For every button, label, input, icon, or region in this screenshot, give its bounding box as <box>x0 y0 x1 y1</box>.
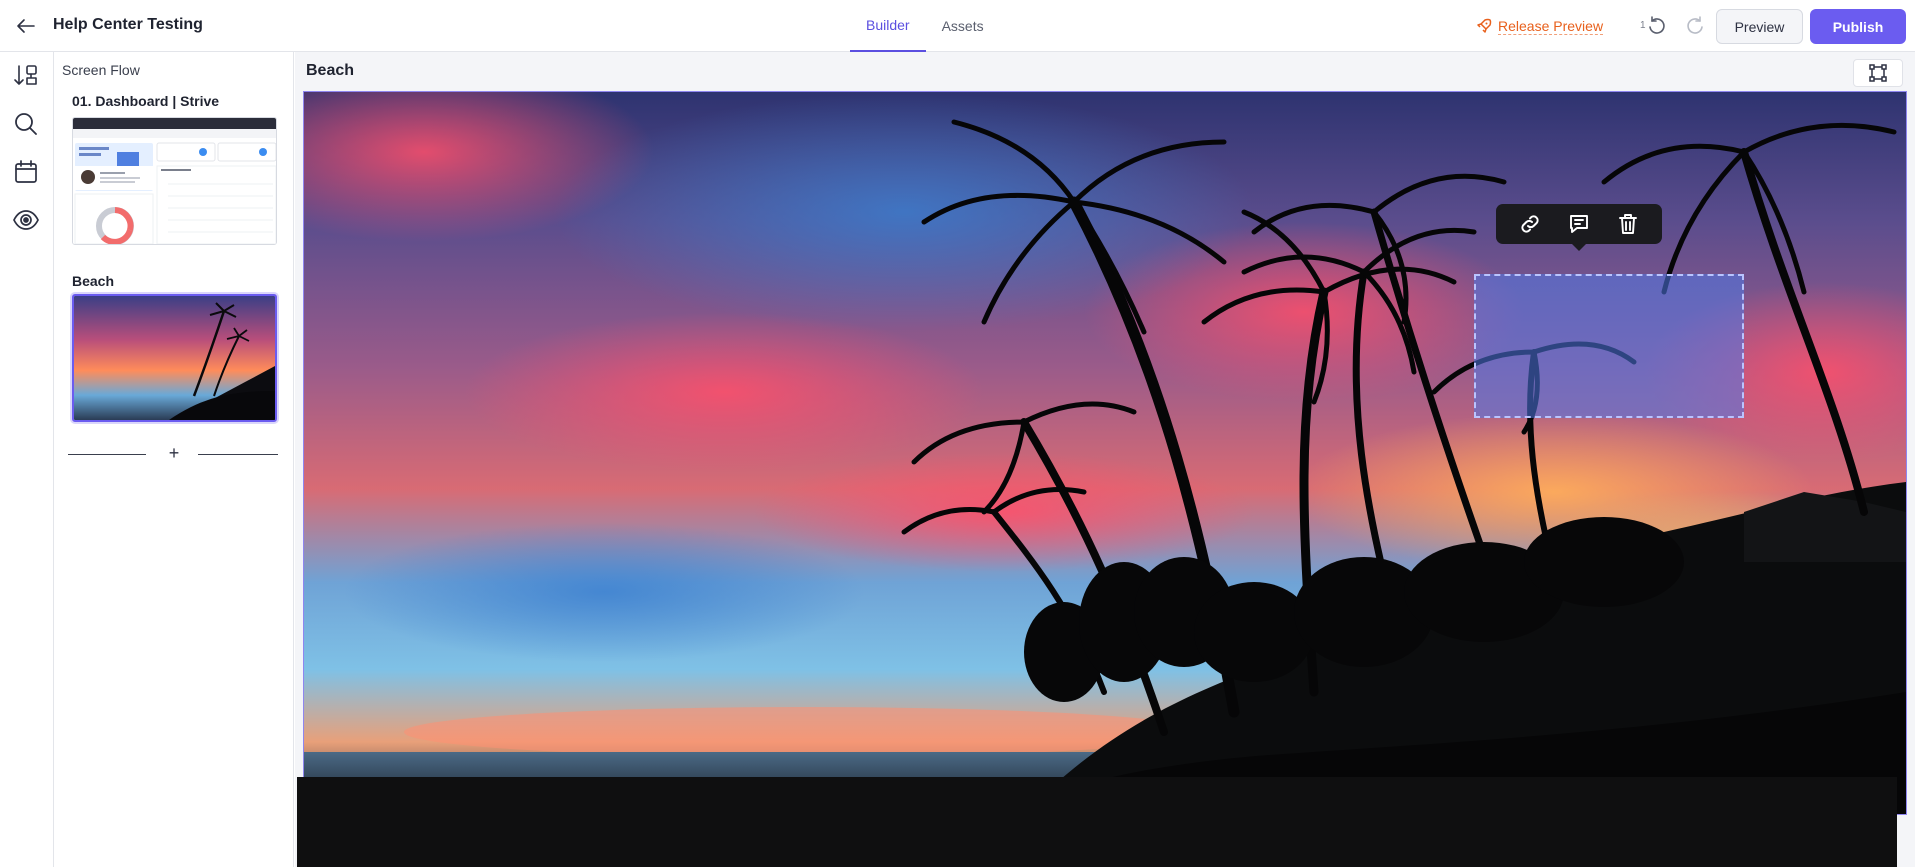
top-bar: Help Center Testing Builder Assets Relea… <box>0 0 1915 52</box>
canvas-area: Beach <box>295 52 1915 867</box>
add-screen-button[interactable]: + <box>164 443 184 463</box>
mode-tabs: Builder Assets <box>850 0 1000 52</box>
screen-flow-icon[interactable] <box>12 62 40 90</box>
tool-rail <box>0 52 54 867</box>
screen-name-beach: Beach <box>72 273 115 289</box>
screen-name-dashboard: 01. Dashboard | Strive <box>72 93 220 109</box>
redo-icon[interactable] <box>1684 15 1706 37</box>
project-title: Help Center Testing <box>53 16 203 33</box>
screens-panel: Screen Flow 01. Dashboard | Strive Beach… <box>54 52 294 867</box>
release-preview-label: Release Preview <box>1498 17 1604 35</box>
calendar-icon[interactable] <box>12 158 40 186</box>
search-icon[interactable] <box>12 110 40 138</box>
undo-count: 1 <box>1640 20 1646 31</box>
screen-title: Beach <box>306 62 355 79</box>
fit-frame-button[interactable] <box>1853 59 1903 87</box>
trash-icon[interactable] <box>1614 210 1642 238</box>
divider <box>198 454 278 455</box>
rocket-icon <box>1477 18 1492 33</box>
screen-frame <box>303 91 1907 815</box>
link-icon[interactable] <box>1516 210 1544 238</box>
preview-button[interactable]: Preview <box>1716 9 1803 44</box>
beach-background-image <box>303 91 1907 815</box>
divider <box>68 454 146 455</box>
undo-icon[interactable] <box>1646 15 1668 37</box>
tab-builder[interactable]: Builder <box>850 0 926 52</box>
panel-title: Screen Flow <box>62 62 140 78</box>
add-screen-row: + <box>68 443 278 464</box>
frame-icon <box>1869 64 1887 82</box>
hotspot-area[interactable] <box>1474 274 1744 418</box>
comment-icon[interactable] <box>1565 210 1593 238</box>
tab-assets[interactable]: Assets <box>926 0 1000 52</box>
screen-thumbnail-dashboard[interactable] <box>72 117 277 245</box>
hotspot-toolbar <box>1496 204 1662 251</box>
screen-thumbnail-beach[interactable] <box>72 294 277 422</box>
back-arrow-icon[interactable] <box>14 14 38 38</box>
publish-button[interactable]: Publish <box>1810 9 1906 44</box>
release-preview-link[interactable]: Release Preview <box>1476 16 1604 36</box>
canvas-below-frame <box>297 777 1897 867</box>
eye-icon[interactable] <box>12 206 40 234</box>
